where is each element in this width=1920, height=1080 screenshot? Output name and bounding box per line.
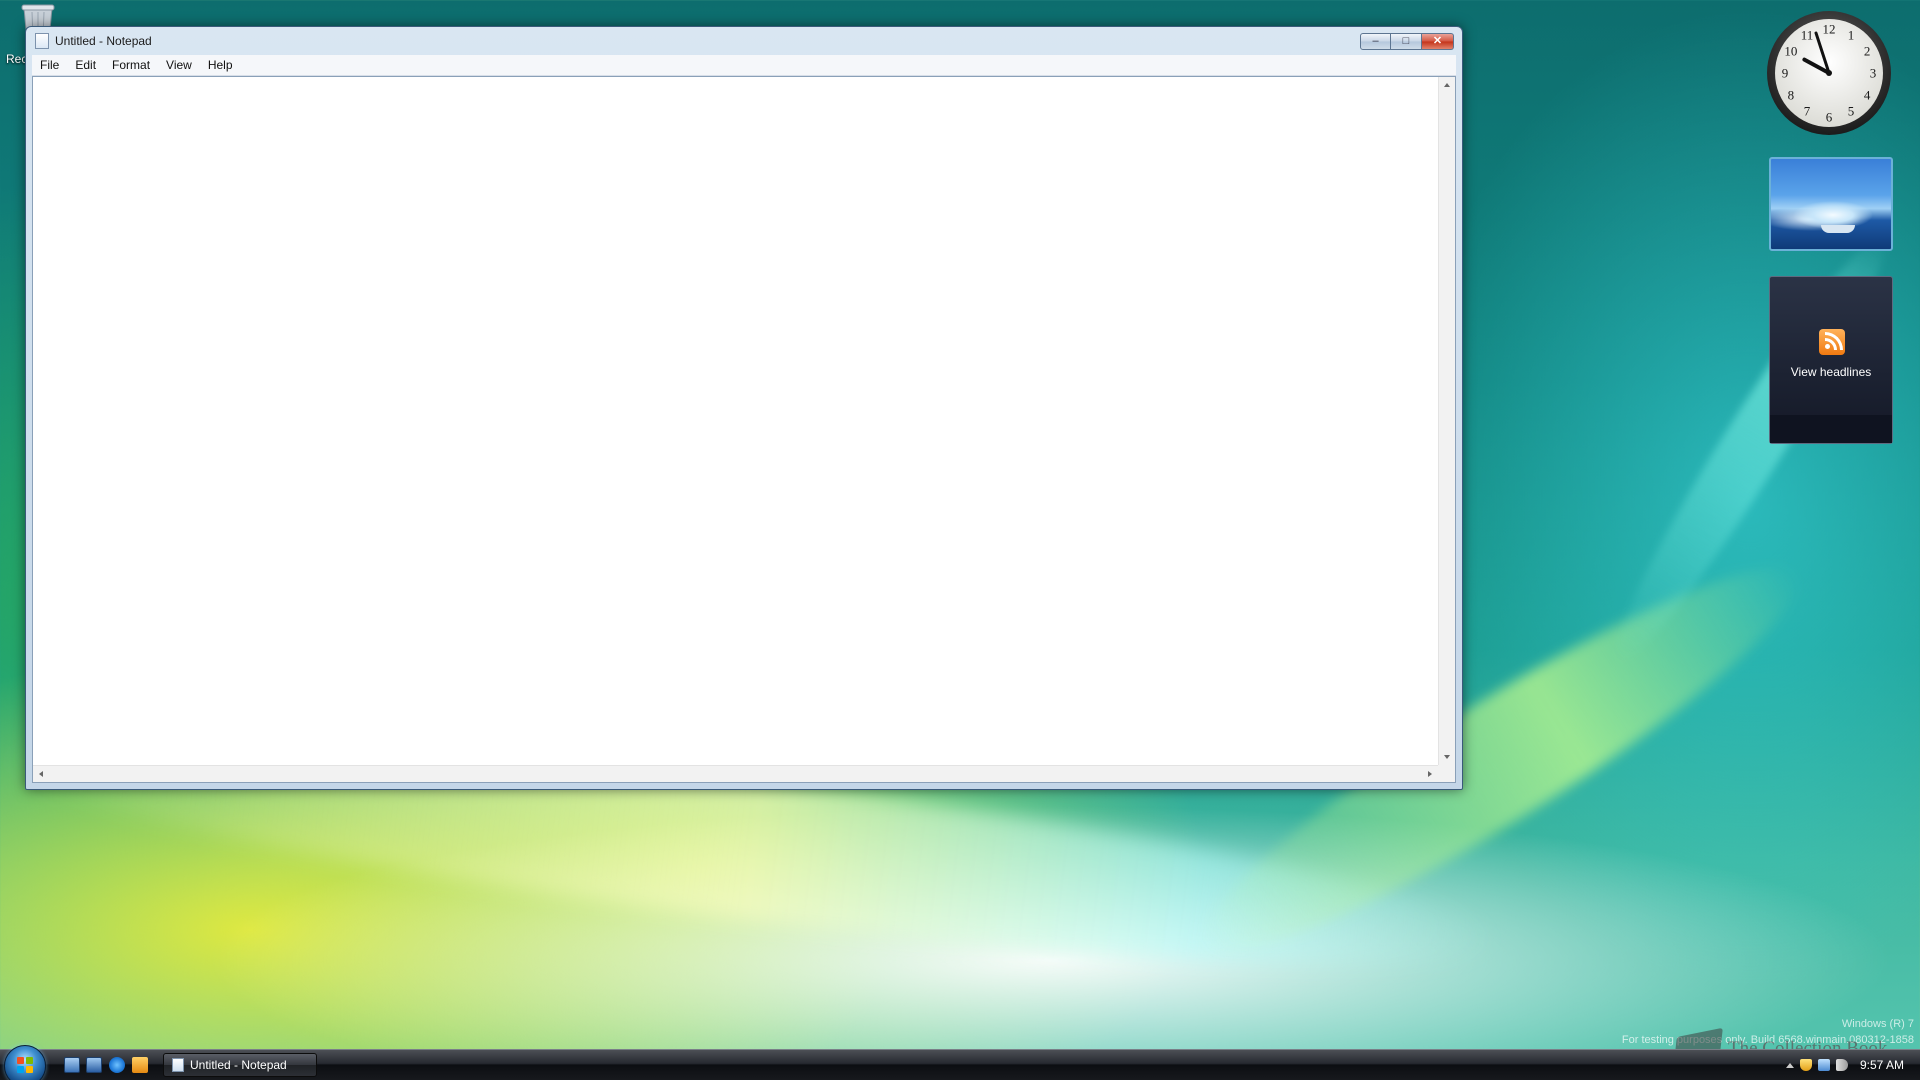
taskbar-button-label: Untitled - Notepad	[190, 1058, 287, 1072]
maximize-button[interactable]: □	[1391, 33, 1422, 50]
title-bar[interactable]: Untitled - Notepad – □ ✕	[26, 27, 1462, 55]
notepad-window[interactable]: Untitled - Notepad – □ ✕ File Edit Forma…	[25, 26, 1463, 790]
media-player-icon[interactable]	[132, 1057, 148, 1073]
menu-file[interactable]: File	[32, 55, 67, 75]
clock-time[interactable]: 9:57 AM	[1860, 1058, 1904, 1072]
security-shield-icon[interactable]	[1799, 1059, 1812, 1071]
switch-windows-icon[interactable]	[86, 1057, 102, 1073]
internet-explorer-icon[interactable]	[109, 1057, 125, 1073]
menu-help[interactable]: Help	[200, 55, 241, 75]
rss-icon	[1819, 329, 1845, 355]
clock-number: 12	[1823, 22, 1836, 37]
window-title: Untitled - Notepad	[55, 34, 152, 48]
clock-number: 10	[1784, 44, 1797, 59]
view-headlines-link[interactable]: View headlines	[1770, 365, 1892, 379]
clock-number: 3	[1870, 66, 1877, 81]
system-tray: 9:57 AM	[1770, 1050, 1920, 1080]
feed-headlines-gadget[interactable]: View headlines	[1769, 276, 1893, 444]
menu-format[interactable]: Format	[104, 55, 158, 75]
clock-number: 7	[1804, 104, 1811, 119]
editor-area	[32, 76, 1456, 783]
scroll-right-arrow-icon[interactable]	[1428, 771, 1432, 777]
resize-grip[interactable]	[1438, 765, 1455, 782]
taskbar: Untitled - Notepad 9:57 AM	[0, 1045, 1920, 1080]
horizontal-scrollbar[interactable]	[33, 765, 1438, 782]
scroll-down-arrow-icon[interactable]	[1444, 755, 1450, 759]
notepad-icon	[35, 33, 49, 49]
scroll-left-arrow-icon[interactable]	[39, 771, 43, 777]
clock-number: 8	[1788, 88, 1795, 103]
clock-number: 9	[1782, 66, 1789, 81]
clock-number: 6	[1826, 110, 1833, 125]
watermark-line-1: Windows (R) 7	[1841, 1018, 1914, 1030]
clock-gadget[interactable]: 12 12 3 45678 9 10 11	[1766, 10, 1892, 136]
notepad-icon	[172, 1058, 184, 1072]
volume-icon[interactable]	[1835, 1059, 1848, 1071]
clock-number: 1	[1848, 27, 1855, 42]
boat-image	[1821, 225, 1855, 233]
clock-number: 4	[1864, 88, 1871, 103]
show-desktop-icon[interactable]	[64, 1057, 80, 1073]
scroll-up-arrow-icon[interactable]	[1444, 83, 1450, 87]
show-hidden-icons-icon[interactable]	[1785, 1062, 1794, 1068]
minimize-button[interactable]: –	[1360, 33, 1391, 50]
network-icon[interactable]	[1817, 1059, 1830, 1071]
start-button[interactable]	[4, 1045, 46, 1080]
clock-number: 2	[1864, 44, 1871, 59]
window-controls: – □ ✕	[1360, 33, 1454, 50]
text-editor[interactable]	[33, 77, 1438, 765]
windows-logo-icon	[17, 1057, 33, 1073]
feeds-footer	[1770, 415, 1892, 443]
slideshow-gadget[interactable]	[1769, 157, 1893, 251]
menu-edit[interactable]: Edit	[67, 55, 104, 75]
close-button[interactable]: ✕	[1422, 33, 1454, 50]
vertical-scrollbar[interactable]	[1438, 77, 1455, 765]
clock-number: 5	[1848, 104, 1855, 119]
menu-bar: File Edit Format View Help	[32, 55, 1456, 76]
menu-view[interactable]: View	[158, 55, 200, 75]
taskbar-button-notepad[interactable]: Untitled - Notepad	[163, 1053, 317, 1077]
clock-number: 11	[1801, 27, 1814, 42]
clock-center	[1826, 70, 1832, 76]
